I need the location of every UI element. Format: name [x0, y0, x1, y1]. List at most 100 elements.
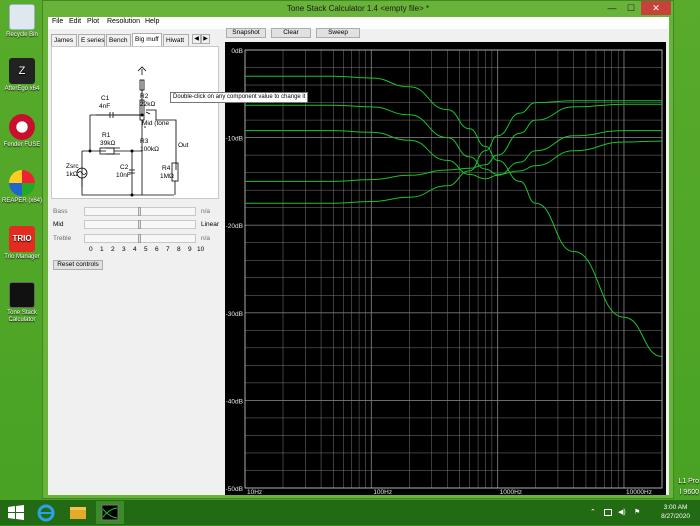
- y-tick-label: 0dB: [231, 48, 243, 55]
- menu-file[interactable]: File: [52, 18, 63, 25]
- treble-slider-thumb[interactable]: [138, 234, 141, 243]
- scale-tick: 6: [155, 246, 159, 253]
- r3-label: R3: [140, 138, 149, 145]
- mid-slider[interactable]: [84, 220, 196, 229]
- bass-slider-thumb[interactable]: [138, 207, 141, 216]
- y-tick-label: -40dB: [226, 398, 243, 405]
- ie-taskbar-icon[interactable]: [32, 501, 60, 524]
- network-icon[interactable]: [604, 509, 612, 516]
- tone-stack-taskbar-icon[interactable]: [96, 501, 124, 524]
- x-tick-label: 1000Hz: [500, 489, 522, 495]
- y-tick-label: -10dB: [226, 136, 243, 143]
- zsrc-value[interactable]: 1kΩ: [66, 171, 78, 178]
- windows-edition-text: L1 Pro: [678, 478, 699, 485]
- frequency-response-plot[interactable]: 0dB -10dB -20dB -30dB -40dB -50dB 10Hz 100Hz 100…: [225, 42, 666, 496]
- snapshot-button[interactable]: Snapshot: [226, 28, 266, 38]
- mid-value: Linear: [201, 221, 220, 228]
- flag-icon[interactable]: ⚑: [634, 508, 640, 516]
- scale-tick: 3: [122, 246, 126, 253]
- c2-label: C2: [120, 164, 129, 171]
- menu-edit[interactable]: Edit: [69, 18, 81, 25]
- tab-scroll-left-icon[interactable]: ◀: [192, 34, 201, 44]
- response-curve-2: [245, 103, 662, 182]
- treble-slider[interactable]: [84, 234, 196, 243]
- scale-tick: 4: [133, 246, 137, 253]
- scale-tick: 5: [144, 246, 148, 253]
- clock[interactable]: 3:00 AM 8/27/2020: [661, 503, 690, 521]
- x-tick-label: 10Hz: [247, 489, 262, 495]
- window-title: Tone Stack Calculator 1.4 <empty file> *: [286, 4, 430, 13]
- minimize-button[interactable]: —: [603, 1, 621, 15]
- start-button[interactable]: [2, 501, 30, 524]
- windows-build-text: l 9600: [679, 489, 699, 496]
- clock-time: 3:00 AM: [663, 504, 688, 511]
- fender-fuse-icon: [9, 114, 35, 140]
- tab-big-muff[interactable]: Big muff: [132, 33, 162, 46]
- clock-date: 8/27/2020: [661, 513, 690, 520]
- c2-value[interactable]: 10nF: [116, 172, 131, 179]
- scale-tick: 0: [89, 246, 93, 253]
- tab-hiwatt[interactable]: Hiwatt: [163, 34, 189, 46]
- client-area: File Edit Plot Resolution Help James E s…: [48, 17, 669, 496]
- treble-label: Treble: [53, 235, 72, 242]
- out-label: Out: [178, 142, 189, 149]
- tab-james[interactable]: James: [51, 34, 77, 46]
- tab-bench[interactable]: Bench: [106, 34, 131, 46]
- desktop-icon-recycle-bin[interactable]: Recycle Bin: [2, 4, 42, 39]
- recycle-bin-icon: [9, 4, 35, 30]
- bass-value: n/a: [201, 208, 211, 215]
- desktop-icon-tone-stack[interactable]: Tone Stack Calculator: [2, 282, 42, 324]
- zsrc-label: Zsrc: [66, 163, 79, 170]
- mid-label: Mid: [53, 221, 64, 228]
- volume-icon[interactable]: ◀): [618, 508, 626, 516]
- tone-stack-icon: [9, 282, 35, 308]
- y-tick-label: -20dB: [226, 223, 243, 230]
- tone-stack-app-icon: [101, 504, 119, 521]
- component-tooltip: Double-click on any component value to c…: [170, 92, 309, 103]
- maximize-button[interactable]: ☐: [622, 1, 640, 15]
- menu-resolution[interactable]: Resolution: [107, 18, 140, 25]
- folder-icon: [70, 507, 86, 519]
- mid-slider-thumb[interactable]: [138, 220, 141, 229]
- desktop-icon-reaper[interactable]: REAPER (x64): [2, 170, 42, 205]
- y-tick-label: -50dB: [226, 486, 243, 493]
- taskbar: ⌃ ◀) ⚑ 3:00 AM 8/27/2020: [0, 500, 700, 525]
- explorer-taskbar-icon[interactable]: [64, 501, 92, 524]
- x-tick-label: 10000Hz: [626, 489, 652, 495]
- scale-tick: 2: [111, 246, 115, 253]
- tab-e-series[interactable]: E series: [78, 34, 105, 46]
- reset-controls-button[interactable]: Reset controls: [53, 260, 103, 270]
- r3-value[interactable]: 100kΩ: [140, 146, 159, 153]
- response-curve-4: [245, 104, 663, 175]
- bass-slider[interactable]: [84, 207, 196, 216]
- response-chart: 0dB -10dB -20dB -30dB -40dB -50dB 10Hz 100Hz 100…: [226, 48, 663, 496]
- menu-plot[interactable]: Plot: [87, 18, 99, 25]
- schematic-panel[interactable]: C1 4nF R2 22kΩ Mid (tone R1 39kΩ R3 100k…: [51, 46, 219, 199]
- desktop-icon-fender-fuse[interactable]: Fender FUSE: [2, 114, 42, 149]
- app-window: Tone Stack Calculator 1.4 <empty file> *…: [42, 0, 674, 499]
- c1-value[interactable]: 4nF: [99, 103, 110, 110]
- response-curve-5: [245, 75, 663, 358]
- r2-label: R2: [140, 93, 149, 100]
- r1-value[interactable]: 39kΩ: [100, 140, 115, 147]
- scale-tick: 10: [197, 246, 205, 253]
- clear-button[interactable]: Clear: [271, 28, 311, 38]
- desktop-icon-afterego[interactable]: Z AfterEgo x64: [2, 58, 42, 93]
- menu-help[interactable]: Help: [145, 18, 159, 25]
- response-curve-1: [245, 100, 662, 204]
- r2-value[interactable]: 22kΩ: [140, 101, 155, 108]
- windows-logo-icon: [8, 505, 24, 520]
- plot-frame: [244, 49, 663, 489]
- internet-explorer-icon: [37, 504, 55, 522]
- r4-value[interactable]: 1MΩ: [160, 173, 174, 180]
- tab-scroll-right-icon[interactable]: ▶: [201, 34, 210, 44]
- tray-chevron-icon[interactable]: ⌃: [590, 508, 596, 516]
- sweep-button[interactable]: Sweep: [316, 28, 360, 38]
- trio-manager-icon: TRIO: [9, 226, 35, 252]
- reaper-icon: [9, 170, 35, 196]
- close-button[interactable]: ✕: [641, 1, 671, 15]
- mid-pot-label: Mid (tone: [142, 120, 170, 127]
- treble-value: n/a: [201, 235, 211, 242]
- r4-label: R4: [162, 165, 171, 172]
- desktop-icon-trio-manager[interactable]: TRIO Trio Manager: [2, 226, 42, 261]
